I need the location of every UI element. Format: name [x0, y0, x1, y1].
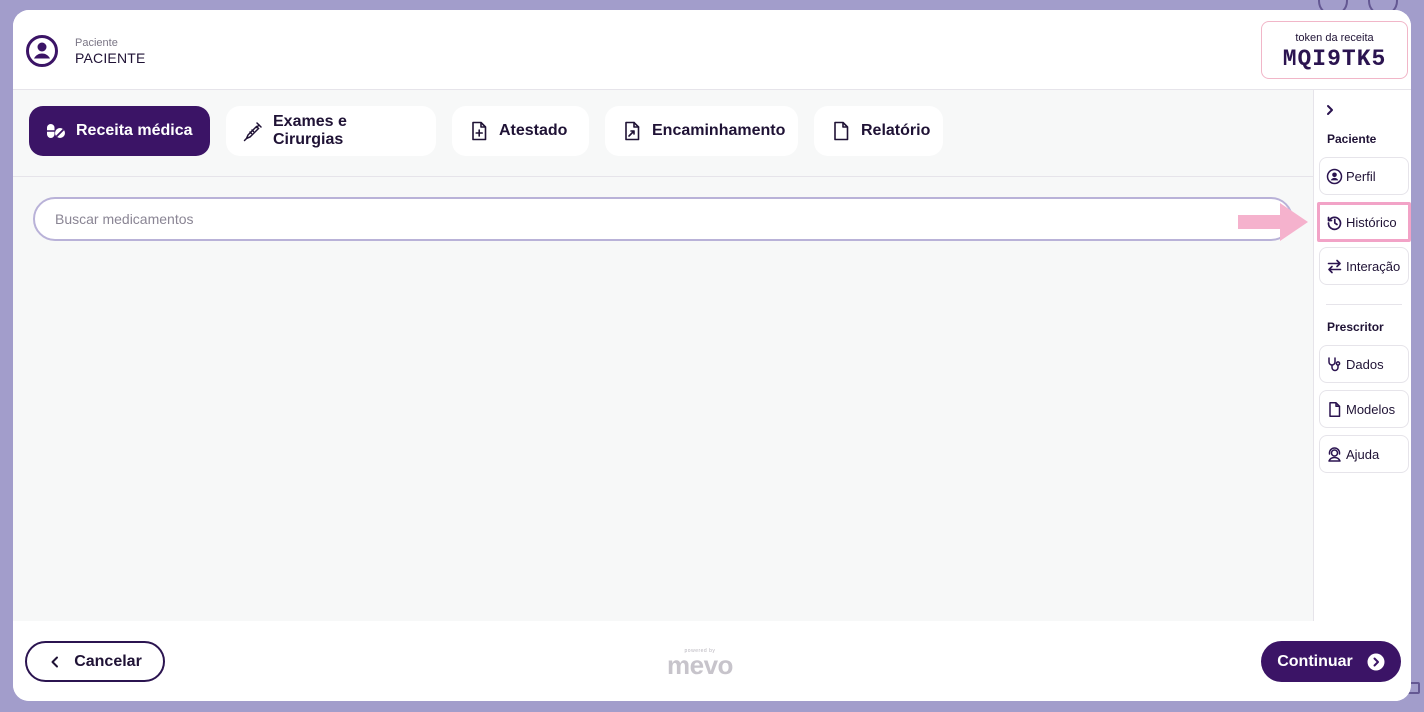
- sidebar-section-prescritor: Prescritor: [1327, 320, 1384, 334]
- history-icon: [1327, 216, 1342, 230]
- sidebar-divider: [1326, 304, 1402, 305]
- main-content: Receita médica Exames e Cirurgias Atesta…: [13, 90, 1313, 621]
- tab-label: Encaminhamento: [652, 122, 786, 139]
- tab-label: Receita médica: [76, 122, 193, 139]
- document-icon: [834, 121, 849, 141]
- sidebar-item-perfil[interactable]: Perfil: [1319, 157, 1409, 195]
- sidebar-item-label: Modelos: [1346, 401, 1396, 417]
- modal-footer: Cancelar powered by mevo Continuar: [13, 621, 1411, 701]
- pills-icon: [47, 124, 65, 138]
- sidebar-item-label: Dados: [1346, 356, 1384, 372]
- tab-exames-cirurgias[interactable]: Exames e Cirurgias: [226, 106, 436, 156]
- document-tabs: Receita médica Exames e Cirurgias Atesta…: [13, 90, 1313, 177]
- medication-search-input[interactable]: [33, 197, 1293, 241]
- prescription-modal: Paciente PACIENTE token da receita MQI9T…: [13, 10, 1411, 701]
- stethoscope-icon: [1328, 356, 1341, 371]
- tab-label: Relatório: [861, 122, 931, 139]
- document-arrow-icon: [625, 121, 640, 141]
- arrow-circle-right-icon: [1367, 653, 1385, 670]
- swap-arrows-icon: [1327, 259, 1342, 273]
- chevron-right-icon[interactable]: [1322, 102, 1338, 118]
- sidebar-item-label: Ajuda: [1346, 446, 1380, 462]
- sidebar-item-label: Perfil: [1346, 168, 1376, 184]
- tab-encaminhamento[interactable]: Encaminhamento: [605, 106, 798, 156]
- sidebar-item-ajuda[interactable]: Ajuda: [1319, 435, 1409, 473]
- cancel-label: Cancelar: [74, 652, 142, 670]
- tab-label: Atestado: [499, 122, 568, 139]
- continue-button[interactable]: Continuar: [1261, 641, 1401, 682]
- sidebar-item-historico[interactable]: Histórico: [1317, 202, 1411, 242]
- sidebar-item-modelos[interactable]: Modelos: [1319, 390, 1409, 428]
- tab-atestado[interactable]: Atestado: [452, 106, 589, 156]
- document-icon: [1329, 401, 1341, 417]
- token-label: token da receita: [1295, 32, 1374, 44]
- tab-receita-medica[interactable]: Receita médica: [29, 106, 210, 156]
- syringe-icon: [243, 122, 262, 142]
- sidebar-section-paciente: Paciente: [1327, 132, 1377, 146]
- pointer-arrow-icon: [1238, 203, 1308, 241]
- document-plus-icon: [472, 121, 487, 141]
- patient-name: PACIENTE: [75, 50, 146, 66]
- sidebar-item-label: Histórico: [1346, 214, 1397, 230]
- sidebar-item-interacao[interactable]: Interação: [1319, 247, 1409, 285]
- brand-logo: mevo: [667, 650, 733, 680]
- cancel-button[interactable]: Cancelar: [25, 641, 165, 682]
- sidebar-item-label: Interação: [1346, 258, 1401, 274]
- token-value: MQI9TK5: [1282, 46, 1387, 72]
- tab-relatorio[interactable]: Relatório: [814, 106, 943, 156]
- right-sidebar: Paciente Perfil Histórico Interação Pres…: [1313, 90, 1411, 621]
- modal-header: Paciente PACIENTE token da receita MQI9T…: [13, 10, 1411, 90]
- chevron-left-icon: [51, 656, 59, 667]
- tab-label: Exames e Cirurgias: [273, 113, 347, 148]
- support-agent-icon: [1328, 446, 1341, 462]
- patient-avatar-icon: [26, 35, 58, 67]
- mevo-logo: powered by mevo: [667, 648, 733, 680]
- patient-caption: Paciente: [75, 37, 118, 49]
- prescription-token: token da receita MQI9TK5: [1261, 21, 1408, 79]
- continue-label: Continuar: [1277, 652, 1353, 670]
- sidebar-item-dados[interactable]: Dados: [1319, 345, 1409, 383]
- profile-icon: [1326, 168, 1343, 184]
